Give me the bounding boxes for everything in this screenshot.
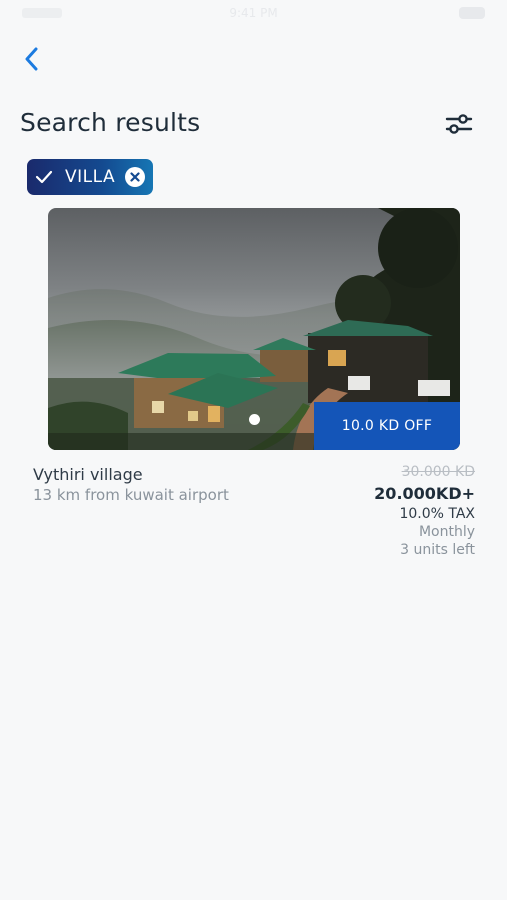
filter-button[interactable]	[444, 110, 474, 138]
signal-icon	[22, 8, 62, 18]
status-time: 9:41 PM	[229, 6, 278, 20]
current-price: 20.000KD+	[374, 484, 475, 503]
carousel-dot[interactable]	[249, 414, 260, 425]
sliders-icon	[445, 114, 473, 134]
page-title: Search results	[20, 108, 201, 137]
chip-remove-button[interactable]	[125, 167, 145, 187]
filter-chip-villa[interactable]: VILLA	[27, 159, 153, 195]
price-block: 30.000 KD 20.000KD+ 10.0% TAX Monthly 3 …	[374, 463, 475, 559]
chip-label: VILLA	[65, 167, 116, 187]
battery-icon	[459, 7, 485, 19]
tax-label: 10.0% TAX	[399, 506, 475, 522]
discount-badge: 10.0 KD OFF	[314, 402, 460, 450]
listing-image[interactable]: 10.0 KD OFF	[48, 208, 460, 450]
billing-period: Monthly	[418, 524, 475, 540]
chevron-left-icon	[25, 47, 38, 71]
status-bar: 9:41 PM	[0, 0, 507, 26]
units-left: 3 units left	[400, 542, 475, 558]
listing-distance: 13 km from kuwait airport	[33, 486, 229, 504]
old-price: 30.000 KD	[401, 464, 475, 480]
search-results-screen: 9:41 PM Search results VILLA 10.0 KD OFF…	[0, 0, 507, 900]
listing-name[interactable]: Vythiri village	[33, 465, 143, 484]
back-button[interactable]	[16, 44, 46, 74]
close-circle-icon	[130, 172, 140, 182]
check-icon	[35, 170, 53, 184]
